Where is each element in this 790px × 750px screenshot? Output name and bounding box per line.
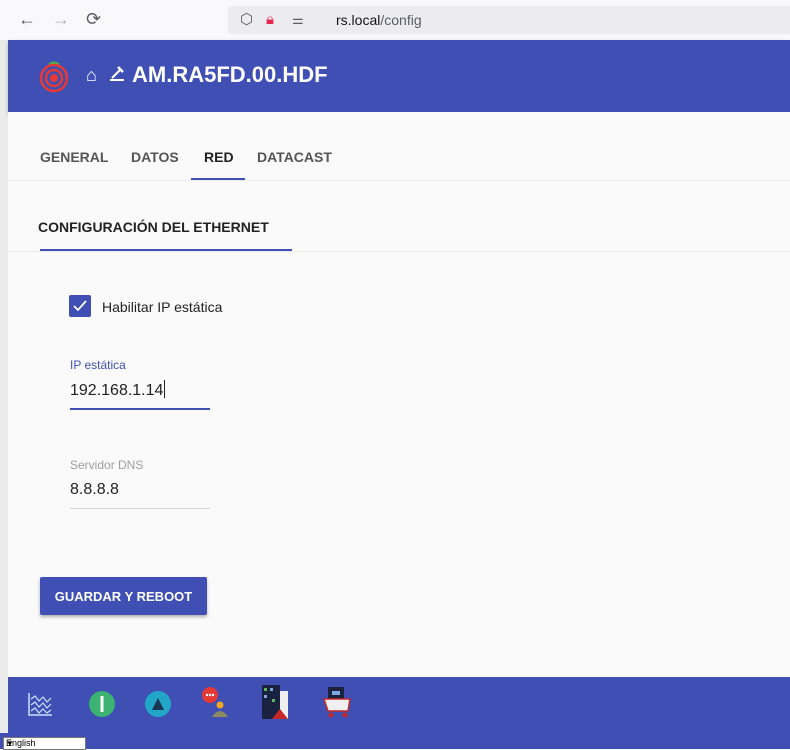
- station-title: AM.RA5FD.00.HDF: [132, 62, 328, 87]
- dns-label: Servidor DNS: [70, 458, 144, 472]
- helicorder-icon[interactable]: [27, 691, 53, 717]
- home-icon[interactable]: ⌂: [86, 66, 97, 84]
- language-select[interactable]: English ▼: [3, 737, 86, 750]
- address-bar[interactable]: ⬡ 🔒︎ ⚌ rs.local/config: [228, 6, 790, 34]
- tab-datos[interactable]: DATOS: [131, 148, 179, 166]
- tab-general[interactable]: GENERAL: [40, 148, 108, 166]
- active-subtab-indicator: [40, 249, 292, 251]
- tab-datacast[interactable]: DATACAST: [257, 148, 332, 166]
- static-ip-label: IP estática: [70, 358, 126, 372]
- save-reboot-button[interactable]: GUARDAR Y REBOOT: [40, 577, 207, 615]
- back-icon[interactable]: ←: [18, 9, 36, 29]
- tabs-divider: [8, 180, 790, 181]
- dns-underline: [70, 508, 210, 509]
- static-ip-checkbox[interactable]: [69, 295, 91, 317]
- checkmark-icon: [73, 300, 87, 312]
- subtab-divider: [8, 251, 790, 252]
- bottom-nav: [8, 677, 790, 733]
- shield-icon[interactable]: ⬡: [240, 11, 253, 29]
- static-ip-checkbox-label[interactable]: Habilitar IP estática: [102, 298, 222, 316]
- dns-field[interactable]: 8.8.8.8: [70, 480, 119, 500]
- permissions-icon[interactable]: ⚌: [292, 11, 304, 29]
- url-path: /config: [380, 12, 422, 28]
- language-bar: [0, 733, 790, 749]
- app-header: ⌂ AM.RA5FD.00.HDF: [8, 40, 790, 112]
- static-ip-field[interactable]: 192.168.1.14: [70, 380, 166, 401]
- dns-value: 8.8.8.8: [70, 481, 119, 498]
- alert-icon[interactable]: [144, 690, 172, 718]
- seismometer-icon[interactable]: [108, 64, 126, 82]
- shop-icon[interactable]: [320, 685, 354, 719]
- static-ip-value: 192.168.1.14: [70, 382, 164, 399]
- url-host: rs.local: [336, 12, 381, 28]
- text-caret: [164, 380, 166, 398]
- forward-icon[interactable]: →: [52, 9, 70, 29]
- community-icon[interactable]: [200, 685, 234, 719]
- url-text[interactable]: rs.local/config: [336, 11, 422, 29]
- status-icon[interactable]: [88, 690, 116, 718]
- config-panel: GENERAL DATOS RED DATACAST CONFIGURACIÓN…: [8, 112, 790, 677]
- chevron-down-icon: ▼: [6, 739, 14, 748]
- tab-ethernet-config[interactable]: CONFIGURACIÓN DEL ETHERNET: [38, 218, 269, 236]
- raspberry-shake-logo[interactable]: [36, 58, 72, 94]
- tab-red[interactable]: RED: [204, 148, 234, 166]
- reload-icon[interactable]: ⟳: [86, 9, 101, 29]
- lock-warning-icon[interactable]: 🔒︎: [266, 11, 274, 29]
- browser-toolbar: ← → ⟳ ⬡ 🔒︎ ⚌ rs.local/config: [0, 0, 790, 40]
- window-edge: [0, 40, 8, 749]
- static-ip-underline: [70, 408, 210, 410]
- active-tab-indicator: [191, 178, 245, 180]
- station-icon[interactable]: [258, 683, 292, 721]
